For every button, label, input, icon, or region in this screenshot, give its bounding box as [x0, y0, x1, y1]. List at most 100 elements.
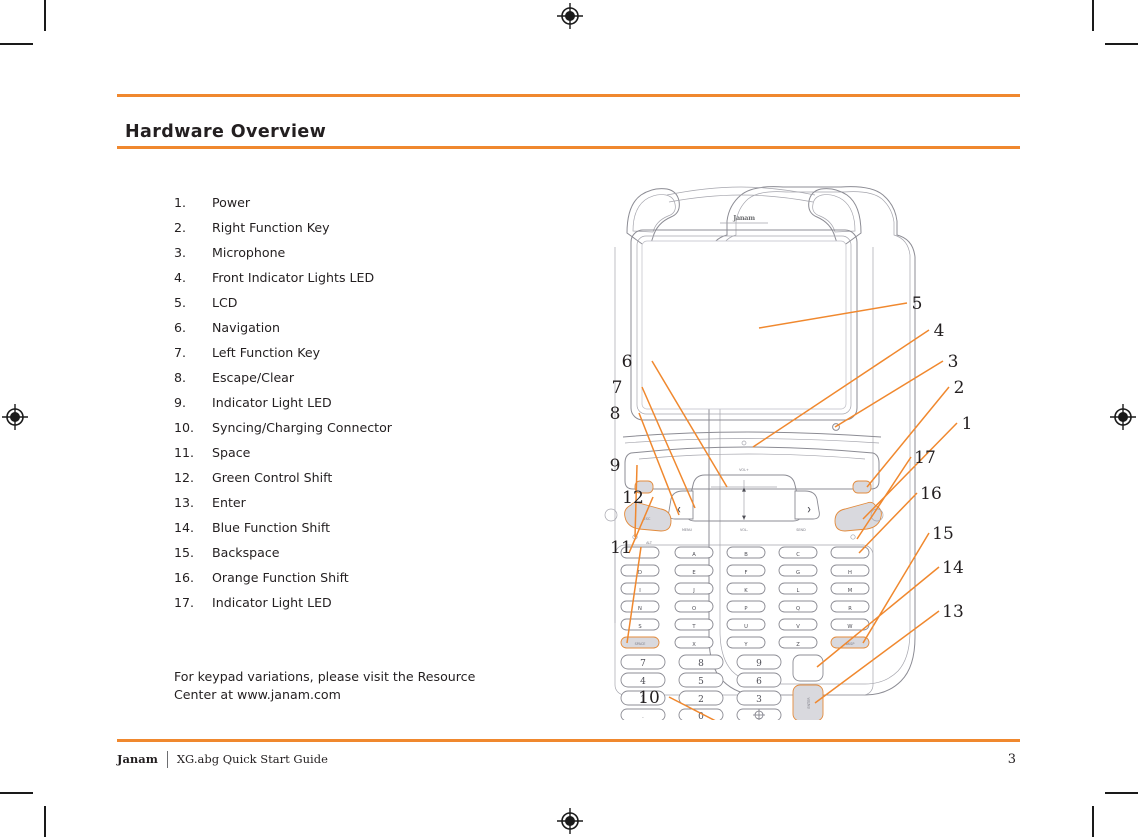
list-item-number: 12. [174, 470, 195, 485]
key-s-label: S [638, 624, 641, 630]
nav-right-arrow[interactable]: ❯ [807, 507, 811, 513]
footer-brand: Janam [117, 752, 158, 766]
list-item-label: Orange Function Shift [212, 570, 349, 585]
device-brand-logo: Janam [732, 214, 755, 222]
list-item: 17. Indicator Light LED [174, 590, 534, 615]
key-e-label: E [692, 570, 695, 576]
key-x-label: X [692, 642, 696, 648]
crop-mark-top-right-vertical [1092, 0, 1094, 31]
key-num-6-label: 6 [756, 677, 762, 687]
crop-mark-top-right-horizontal [1105, 43, 1138, 45]
key-g-label: G [796, 570, 800, 576]
key-z-label: Z [796, 642, 800, 648]
key-num-9-label: 9 [756, 659, 762, 669]
footer-document-title: XG.abg Quick Start Guide [176, 752, 328, 766]
keypad-row-alpha-4: S T U V W [620, 618, 870, 631]
key-k-label: K [744, 588, 748, 594]
key-m-label: M [848, 588, 852, 594]
header-rule-top [117, 94, 1020, 97]
page-footer: Janam XG.abg Quick Start Guide 3 [117, 748, 1020, 770]
list-item-number: 8. [174, 370, 187, 385]
crop-mark-top-left-vertical [44, 0, 46, 31]
list-item-number: 17. [174, 595, 195, 610]
callout-17: 17 [914, 448, 936, 468]
device-lcd-screen [630, 229, 858, 421]
nav-label-right: SEND [796, 528, 806, 532]
list-item-label: Indicator Light LED [212, 395, 332, 410]
list-item-label: Right Function Key [212, 220, 330, 235]
key-num-5-label: 5 [698, 677, 704, 687]
callout-7: 7 [612, 378, 623, 398]
key-space-label: SPACE [635, 642, 646, 646]
list-item: 13. Enter [174, 490, 534, 515]
list-item: 4. Front Indicator Lights LED [174, 265, 534, 290]
crop-mark-bottom-right-vertical [1092, 806, 1094, 837]
list-item-number: 6. [174, 320, 187, 335]
key-alt-label: ALT [646, 541, 653, 545]
nav-down-arrow[interactable]: ▼ [742, 515, 746, 521]
key-w-label: W [847, 624, 852, 630]
callout-16: 16 [920, 484, 942, 504]
key-l-label: L [797, 588, 800, 594]
key-blue-function-shift[interactable] [792, 654, 824, 682]
callout-2: 2 [954, 378, 965, 398]
callout-14: 14 [942, 558, 964, 578]
key-enter-label: ENTER [807, 697, 811, 709]
list-item-label: Syncing/Charging Connector [212, 420, 392, 435]
keypad-row-alpha-2: I J K L M [620, 582, 870, 595]
list-item: 8. Escape/Clear [174, 365, 534, 390]
key-c-label: C [796, 552, 800, 558]
callout-4: 4 [934, 321, 945, 341]
key-v-label: V [796, 624, 800, 630]
callout-8: 8 [610, 404, 621, 424]
list-item-label: Microphone [212, 245, 286, 260]
list-item: 3. Microphone [174, 240, 534, 265]
callout-1: 1 [962, 414, 973, 434]
list-item-label: Navigation [212, 320, 280, 335]
list-item-label: Space [212, 445, 251, 460]
callout-10: 10 [638, 688, 660, 708]
front-indicator-led [741, 440, 747, 446]
list-item-label: Backspace [212, 545, 280, 560]
list-item-number: 9. [174, 395, 187, 410]
list-item: 2. Right Function Key [174, 215, 534, 240]
indicator-light-led-right [850, 534, 856, 540]
list-item-number: 14. [174, 520, 195, 535]
registration-mark-left [2, 404, 28, 430]
list-item-number: 10. [174, 420, 195, 435]
list-item-number: 16. [174, 570, 195, 585]
crop-mark-bottom-left-vertical [44, 806, 46, 837]
list-item-number: 5. [174, 295, 187, 310]
callout-5: 5 [912, 294, 923, 314]
nav-up-arrow[interactable]: ▲ [742, 487, 746, 493]
list-item-number: 13. [174, 495, 195, 510]
list-item: 15. Backspace [174, 540, 534, 565]
callout-6: 6 [622, 352, 633, 372]
key-p-label: P [744, 606, 747, 612]
key-h-label: H [848, 570, 852, 576]
list-item-label: Indicator Light LED [212, 595, 332, 610]
header-rule-bottom [117, 146, 1020, 149]
callout-12: 12 [622, 488, 644, 508]
key-n-label: N [638, 606, 642, 612]
list-item: 6. Navigation [174, 315, 534, 340]
callout-3: 3 [948, 352, 959, 372]
hardware-feature-list: 1. Power 2. Right Function Key 3. Microphon… [174, 190, 534, 615]
crop-mark-bottom-left-horizontal [0, 792, 33, 794]
key-b-label: B [744, 552, 748, 558]
key-num-7-label: 7 [640, 659, 646, 669]
callout-13: 13 [942, 602, 964, 622]
key-q-label: Q [796, 606, 800, 612]
keypad-row-alpha-1: D E F G H [620, 564, 870, 577]
page-content: Hardware Overview 1. Power 2. Right Functi… [117, 0, 1020, 837]
nav-label-up: VOL+ [739, 468, 749, 472]
list-item-label: Front Indicator Lights LED [212, 270, 375, 285]
list-item-number: 1. [174, 195, 187, 210]
key-num-4-label: 4 [640, 677, 646, 687]
list-item: 5. LCD [174, 290, 534, 315]
page-title: Hardware Overview [125, 121, 327, 142]
list-item: 10. Syncing/Charging Connector [174, 415, 534, 440]
list-item-label: Green Control Shift [212, 470, 333, 485]
callout-11: 11 [610, 538, 632, 558]
crop-mark-bottom-right-horizontal [1105, 792, 1138, 794]
